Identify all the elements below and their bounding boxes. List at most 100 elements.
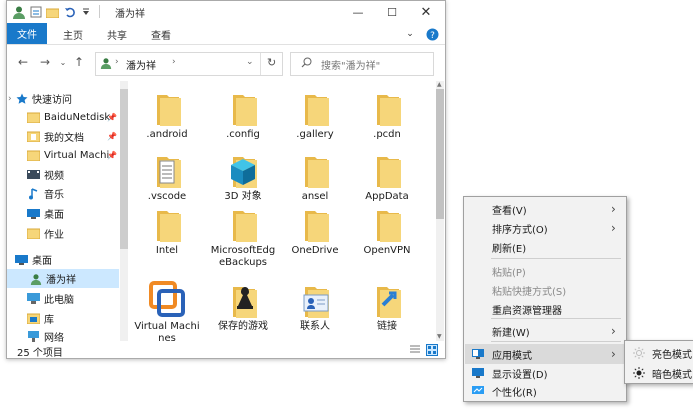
file-name: Virtual Machines <box>134 321 200 343</box>
nav-item[interactable]: 潘为祥 <box>7 269 119 288</box>
context-menu-item[interactable]: 重启资源管理器 <box>465 299 625 319</box>
expand-ribbon-icon[interactable]: ⌄ <box>403 26 417 42</box>
nav-scrollbar[interactable] <box>120 81 128 341</box>
scroll-up-icon[interactable]: ▲ <box>437 81 442 88</box>
context-menu-item[interactable]: 个性化(R) <box>465 381 625 401</box>
context-menu-item[interactable]: 新建(W) › <box>465 321 625 341</box>
context-menu-item[interactable]: 显示设置(D) <box>465 363 625 383</box>
large-icons-view-icon[interactable] <box>426 344 438 359</box>
minimize-button[interactable]: — <box>341 1 375 23</box>
nav-item-label: 桌面 <box>44 210 64 221</box>
file-item[interactable]: 保存的游戏 <box>208 281 278 333</box>
file-item[interactable]: Virtual Machines <box>132 281 202 343</box>
file-item[interactable]: .vscode <box>132 151 202 203</box>
folder-icon <box>27 149 40 162</box>
folder-icon <box>295 281 335 319</box>
file-item[interactable]: MicrosoftEdgeBackups <box>208 205 278 269</box>
context-menu-item[interactable]: 查看(V) › <box>465 199 625 219</box>
context-menu-item[interactable]: 粘贴快捷方式(S) <box>465 280 625 300</box>
file-name: MicrosoftEdgeBackups <box>210 245 276 268</box>
help-icon[interactable]: ? <box>425 26 439 42</box>
maximize-button[interactable]: ☐ <box>375 1 409 23</box>
back-button[interactable]: ← <box>15 54 31 70</box>
context-menu-item[interactable]: 刷新(E) <box>465 237 625 257</box>
user-icon[interactable] <box>11 4 27 20</box>
file-item[interactable]: .android <box>132 89 202 141</box>
nav-item[interactable]: Virtual Machi 📌 <box>7 146 119 165</box>
nav-item[interactable]: 此电脑 <box>7 289 119 308</box>
context-menu-item[interactable]: 排序方式(O) › <box>465 218 625 238</box>
context-menu-label: 粘贴(P) <box>492 267 526 279</box>
submenu-item[interactable]: 亮色模式 <box>626 343 692 363</box>
context-menu-label: 刷新(E) <box>492 243 527 255</box>
context-menu-label: 应用模式 <box>492 350 532 362</box>
file-item[interactable]: .config <box>208 89 278 141</box>
nav-item-label: 潘为祥 <box>46 275 76 286</box>
nav-item[interactable]: 作业 <box>7 224 119 243</box>
properties-icon[interactable] <box>29 4 43 20</box>
nav-item-label: 我的文档 <box>44 133 84 144</box>
submenu-label: 亮色模式 <box>652 349 692 361</box>
file-item[interactable]: 3D 对象 <box>208 151 278 203</box>
submenu-item[interactable]: 暗色模式 <box>626 363 692 383</box>
folder-icon <box>223 151 263 189</box>
context-menu-item[interactable]: 粘贴(P) <box>465 261 625 281</box>
new-folder-icon[interactable] <box>45 4 59 20</box>
quick-access-dropdown-icon[interactable] <box>79 4 93 20</box>
nav-scroll-thumb[interactable] <box>120 89 128 249</box>
tab-share[interactable]: 共享 <box>97 26 137 42</box>
recent-locations-icon[interactable]: ⌄ <box>55 54 71 70</box>
undo-icon[interactable] <box>63 4 77 20</box>
close-button[interactable]: ✕ <box>409 1 443 23</box>
file-name: 联系人 <box>300 321 330 332</box>
file-item[interactable]: .pcdn <box>352 89 422 141</box>
folder-icon <box>27 111 40 124</box>
sun-dark-icon <box>633 367 645 382</box>
nav-item[interactable]: 桌面 <box>7 250 119 269</box>
folder-icon <box>295 151 335 189</box>
file-item[interactable]: .gallery <box>280 89 350 141</box>
address-dropdown-icon[interactable]: ⌄ <box>246 57 254 67</box>
breadcrumb-chevron-icon[interactable]: › <box>172 57 176 67</box>
menu-separator <box>491 258 621 259</box>
context-menu-item[interactable]: 应用模式 › <box>465 344 625 364</box>
file-item[interactable]: ansel <box>280 151 350 203</box>
tab-file[interactable]: 文件 <box>7 23 47 44</box>
breadcrumb-segment[interactable]: 潘为祥 <box>126 57 156 72</box>
tab-view[interactable]: 查看 <box>141 26 181 42</box>
file-item[interactable]: OpenVPN <box>352 205 422 257</box>
file-name: .vscode <box>147 191 187 202</box>
nav-item[interactable]: › 快速访问 <box>7 89 119 108</box>
file-item[interactable]: 链接 <box>352 281 422 333</box>
file-item[interactable]: 联系人 <box>280 281 350 333</box>
details-view-icon[interactable] <box>409 345 421 358</box>
content-scroll-thumb[interactable] <box>436 89 444 219</box>
refresh-icon[interactable]: ↻ <box>267 56 276 69</box>
nav-item[interactable]: 桌面 <box>7 204 119 223</box>
tab-home[interactable]: 主页 <box>53 26 93 42</box>
expand-chevron-icon[interactable]: › <box>8 94 12 104</box>
file-item[interactable]: AppData <box>352 151 422 203</box>
file-item[interactable]: Intel <box>132 205 202 257</box>
address-bar[interactable]: › 潘为祥 › ⌄ ↻ <box>95 52 283 76</box>
content-scrollbar[interactable]: ▲ ▼ <box>436 81 444 341</box>
nav-item-label: 快速访问 <box>32 95 72 106</box>
file-name: Intel <box>155 245 179 256</box>
up-button[interactable]: ↑ <box>71 54 87 70</box>
context-menu-label: 查看(V) <box>492 205 527 217</box>
folder-icon <box>367 151 407 189</box>
search-box[interactable]: 搜索"潘为祥" <box>290 52 434 76</box>
scroll-down-icon[interactable]: ▼ <box>437 333 442 340</box>
context-menu-label: 新建(W) <box>492 327 530 339</box>
nav-item[interactable]: 视频 <box>7 165 119 184</box>
nav-item[interactable]: 音乐 <box>7 184 119 203</box>
breadcrumb-chevron-icon[interactable]: › <box>115 57 119 67</box>
forward-button[interactable]: → <box>37 54 53 70</box>
computer-icon <box>27 292 40 305</box>
nav-item[interactable]: 我的文档 📌 <box>7 127 119 146</box>
nav-item[interactable]: 库 <box>7 309 119 328</box>
nav-item-label: 此电脑 <box>44 295 74 306</box>
explorer-window: 潘为祥 — ☐ ✕ 文件 主页 共享 查看 ⌄ ? ← → ⌄ ↑ › 潘为祥 … <box>6 0 446 359</box>
nav-item[interactable]: BaiduNetdisk 📌 <box>7 108 119 127</box>
file-item[interactable]: OneDrive <box>280 205 350 257</box>
